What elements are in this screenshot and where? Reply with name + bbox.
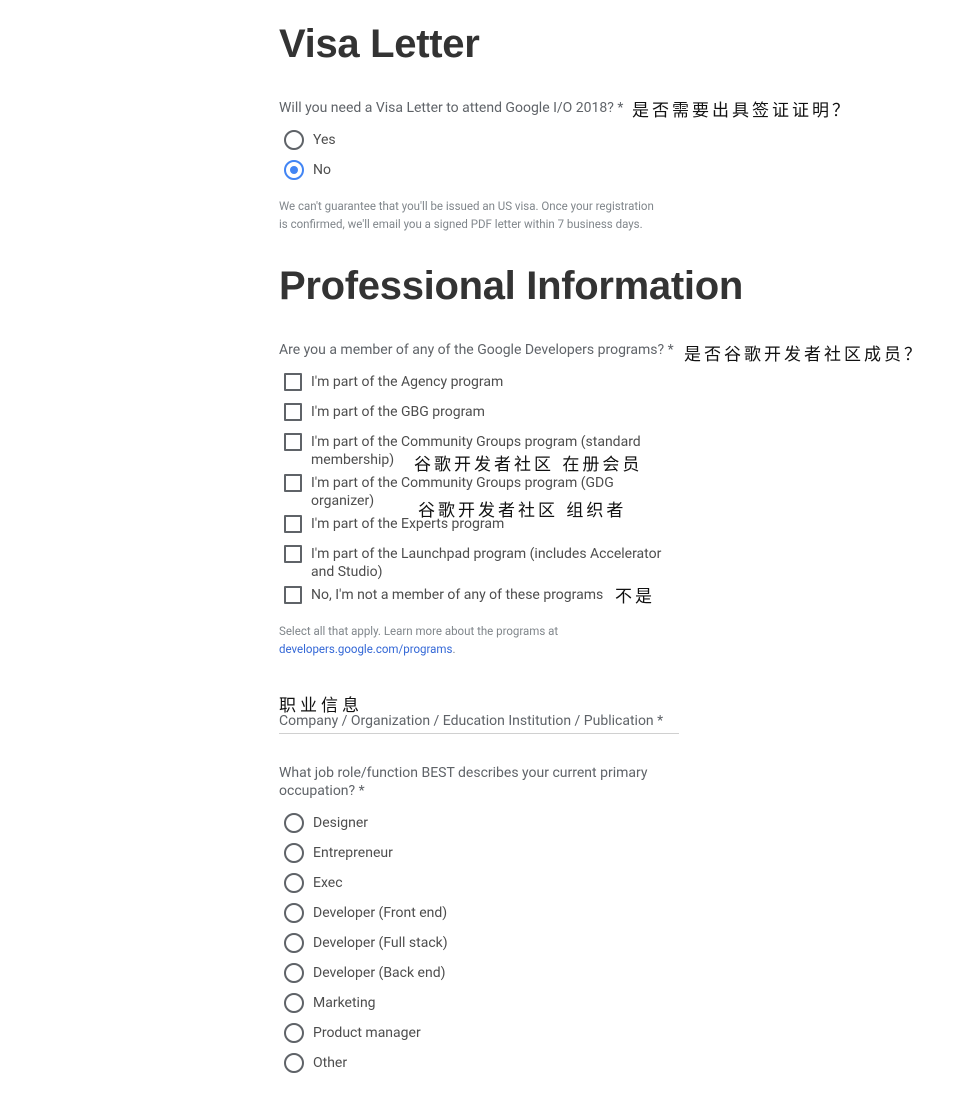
role-option-other[interactable]: Other — [284, 1053, 684, 1073]
visa-option-no[interactable]: No — [284, 160, 684, 180]
role-option-designer[interactable]: Designer — [284, 813, 684, 833]
role-option-developer-back-end[interactable]: Developer (Back end) — [284, 963, 684, 983]
programs-link-suffix: . — [452, 642, 456, 656]
radio-unchecked-icon[interactable] — [284, 903, 304, 923]
option-label: Other — [313, 1055, 348, 1071]
programs-help-text: Select all that apply. Learn more about … — [279, 622, 679, 658]
programs-question-annotation: 是否谷歌开发者社区成员？ — [684, 345, 924, 365]
checkbox-icon[interactable] — [284, 586, 302, 604]
radio-unchecked-icon[interactable] — [284, 843, 304, 863]
radio-unchecked-icon[interactable] — [284, 933, 304, 953]
visa-help-line-1: We can't guarantee that you'll be issued… — [279, 199, 654, 213]
program-option-experts[interactable]: I'm part of the Experts program — [284, 515, 684, 533]
radio-checked-icon[interactable] — [284, 160, 304, 180]
programs-link-line: developers.google.com/programs. — [279, 640, 679, 658]
checkbox-icon[interactable] — [284, 515, 302, 533]
checkbox-icon[interactable] — [284, 433, 302, 451]
option-label: Designer — [313, 815, 369, 831]
radio-unchecked-icon[interactable] — [284, 130, 304, 150]
option-label: I'm part of the Agency program — [311, 374, 504, 390]
role-option-exec[interactable]: Exec — [284, 873, 684, 893]
programs-link[interactable]: developers.google.com/programs — [279, 642, 452, 656]
radio-unchecked-icon[interactable] — [284, 1023, 304, 1043]
role-option-developer-full-stack[interactable]: Developer (Full stack) — [284, 933, 684, 953]
program-option-launchpad[interactable]: I'm part of the Launchpad program (inclu… — [284, 545, 684, 581]
option-label: Yes — [313, 132, 336, 148]
visa-help-line-2: is confirmed, we'll email you a signed P… — [279, 217, 643, 231]
role-option-product-manager[interactable]: Product manager — [284, 1023, 684, 1043]
role-question-line-2: occupation? * — [279, 783, 365, 799]
programs-help-line: Select all that apply. Learn more about … — [279, 624, 559, 638]
visa-help-text: We can't guarantee that you'll be issued… — [279, 197, 679, 233]
role-question-line-1: What job role/function BEST describes yo… — [279, 765, 648, 781]
option-label: Entrepreneur — [313, 845, 393, 861]
visa-option-yes[interactable]: Yes — [284, 130, 684, 150]
option-label: No — [313, 162, 331, 178]
option-label: Developer (Back end) — [313, 965, 446, 981]
radio-unchecked-icon[interactable] — [284, 1053, 304, 1073]
option-label: I'm part of the Experts program — [311, 516, 505, 532]
option-label: I'm part of the GBG program — [311, 404, 485, 420]
program-option-gbg[interactable]: I'm part of the GBG program — [284, 403, 684, 421]
checkbox-icon[interactable] — [284, 545, 302, 563]
visa-section-title: Visa Letter — [279, 22, 480, 66]
not-member-annotation: 不是 — [615, 587, 655, 607]
company-field-label[interactable]: Company / Organization / Education Insti… — [279, 713, 663, 729]
visa-question-annotation: 是否需要出具签证证明？ — [632, 101, 852, 121]
radio-unchecked-icon[interactable] — [284, 993, 304, 1013]
option-label: I'm part of the Launchpad program (inclu… — [311, 546, 662, 580]
programs-question: Are you a member of any of the Google De… — [279, 342, 674, 358]
role-option-entrepreneur[interactable]: Entrepreneur — [284, 843, 684, 863]
option-label: Product manager — [313, 1025, 421, 1041]
radio-unchecked-icon[interactable] — [284, 963, 304, 983]
option-label: Developer (Full stack) — [313, 935, 448, 951]
community-standard-annotation: 谷歌开发者社区 在册会员 — [414, 455, 643, 475]
role-option-developer-front-end[interactable]: Developer (Front end) — [284, 903, 684, 923]
role-option-marketing[interactable]: Marketing — [284, 993, 684, 1013]
checkbox-icon[interactable] — [284, 474, 302, 492]
professional-section-title: Professional Information — [279, 264, 743, 308]
radio-unchecked-icon[interactable] — [284, 873, 304, 893]
program-option-agency[interactable]: I'm part of the Agency program — [284, 373, 684, 391]
role-question: What job role/function BEST describes yo… — [279, 764, 699, 800]
checkbox-icon[interactable] — [284, 403, 302, 421]
option-label: Exec — [313, 875, 343, 891]
checkbox-icon[interactable] — [284, 373, 302, 391]
option-label: Developer (Front end) — [313, 905, 448, 921]
option-label: Marketing — [313, 995, 376, 1011]
radio-unchecked-icon[interactable] — [284, 813, 304, 833]
company-field-underline[interactable] — [279, 733, 679, 734]
